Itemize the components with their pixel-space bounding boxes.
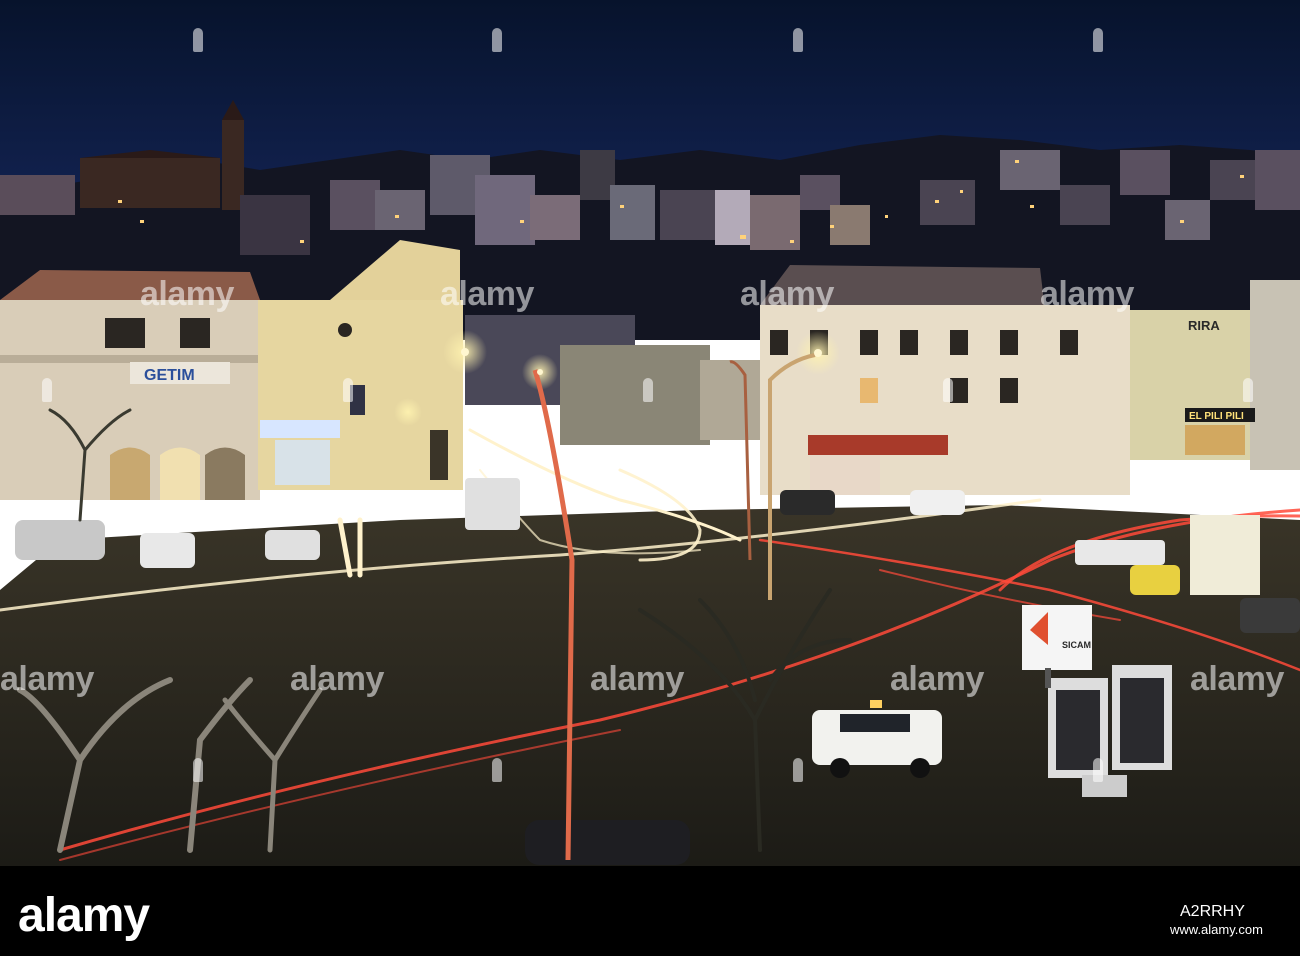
sign-rira: RIRA	[1188, 318, 1220, 333]
watermark-pin	[193, 758, 203, 782]
getim-building	[0, 270, 260, 500]
watermark-pin	[793, 758, 803, 782]
watermark-pin	[343, 378, 353, 402]
alamy-logo: alamy	[18, 889, 150, 942]
sign-getim: GETIM	[144, 367, 195, 384]
watermark-pin	[1093, 758, 1103, 782]
sign-sicam: SICAM	[1062, 640, 1091, 650]
sign-elpilipili: EL PILI PILI	[1189, 411, 1244, 422]
watermark-pin	[193, 28, 203, 52]
night-city-photo: GETIM RIRA EL PILI PILI SICAM	[0, 0, 1300, 866]
watermark-pin	[492, 28, 502, 52]
city-scene: GETIM RIRA EL PILI PILI SICAM	[0, 0, 1300, 866]
watermark-pin	[42, 378, 52, 402]
watermark-pin	[793, 28, 803, 52]
image-id: A2RRHY	[1180, 903, 1245, 920]
watermark-pin	[643, 378, 653, 402]
site-url: www.alamy.com	[1170, 922, 1263, 937]
footer-bar	[0, 866, 1300, 956]
watermark-pin	[943, 378, 953, 402]
image-stage: GETIM RIRA EL PILI PILI SICAM alamy alam…	[0, 0, 1300, 956]
watermark-pin	[1243, 378, 1253, 402]
watermark-pin	[492, 758, 502, 782]
kiosk	[1190, 515, 1260, 595]
watermark-pin	[1093, 28, 1103, 52]
